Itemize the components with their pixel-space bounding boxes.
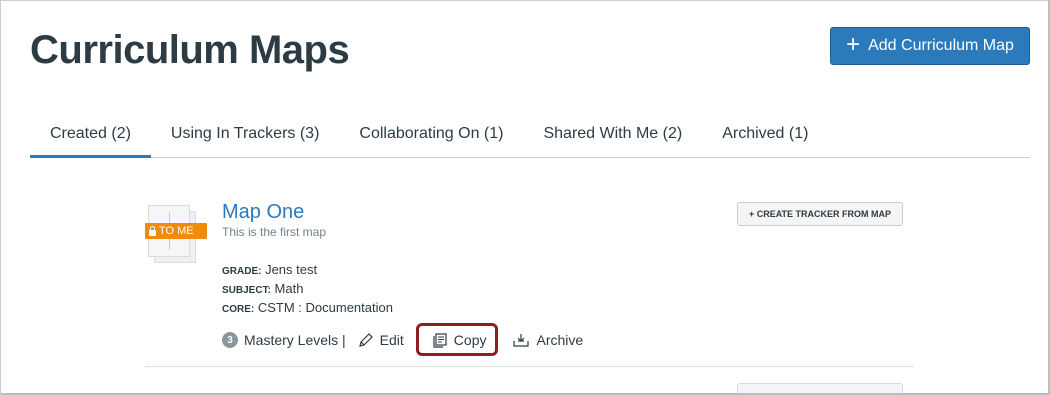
- map-title-link[interactable]: Map One: [222, 201, 304, 224]
- copy-highlight-callout: [416, 323, 498, 356]
- tab-shared-with-me[interactable]: Shared With Me (2): [523, 116, 702, 158]
- mastery-count-badge: 3: [222, 332, 238, 348]
- tab-archived[interactable]: Archived (1): [702, 116, 828, 158]
- archive-label: Archive: [536, 332, 584, 348]
- meta-grade: GRADE: Jens test: [222, 262, 317, 277]
- edit-button[interactable]: Edit: [358, 332, 404, 348]
- meta-subject: SUBJECT: Math: [222, 281, 303, 296]
- map-description: This is the first map: [222, 225, 327, 239]
- tab-bar: Created (2) Using In Trackers (3) Collab…: [30, 116, 1030, 158]
- tab-created[interactable]: Created (2): [30, 116, 151, 158]
- archive-button[interactable]: Archive: [512, 332, 583, 348]
- plus-icon: +: [846, 31, 861, 58]
- meta-grade-value: Jens test: [265, 262, 318, 277]
- meta-core: CORE: CSTM : Documentation: [222, 300, 393, 315]
- edit-label: Edit: [379, 332, 404, 348]
- mastery-levels-label: Mastery Levels |: [244, 332, 346, 348]
- archive-icon: [513, 334, 530, 347]
- shared-to-me-badge: TO ME: [145, 223, 207, 239]
- badge-label: TO ME: [159, 225, 194, 237]
- meta-subject-key: SUBJECT:: [222, 285, 271, 296]
- pencil-icon: [358, 333, 373, 347]
- create-tracker-button[interactable]: + CREATE TRACKER FROM MAP: [737, 202, 903, 226]
- tab-collaborating-on[interactable]: Collaborating On (1): [339, 116, 523, 158]
- meta-subject-value: Math: [274, 281, 304, 296]
- tab-using-in-trackers[interactable]: Using In Trackers (3): [151, 116, 339, 158]
- next-create-tracker-button[interactable]: [737, 383, 903, 393]
- page-title: Curriculum Maps: [30, 28, 350, 72]
- card-divider: [145, 366, 913, 367]
- meta-grade-key: GRADE:: [222, 266, 262, 277]
- add-curriculum-map-label: Add Curriculum Map: [868, 37, 1014, 54]
- meta-core-value: CSTM : Documentation: [257, 300, 393, 315]
- add-curriculum-map-button[interactable]: + Add Curriculum Map: [830, 27, 1030, 65]
- card-actions: 3 Mastery Levels | Edit Copy Archive: [222, 329, 583, 351]
- meta-core-key: CORE:: [222, 304, 255, 315]
- lock-icon: [149, 225, 156, 236]
